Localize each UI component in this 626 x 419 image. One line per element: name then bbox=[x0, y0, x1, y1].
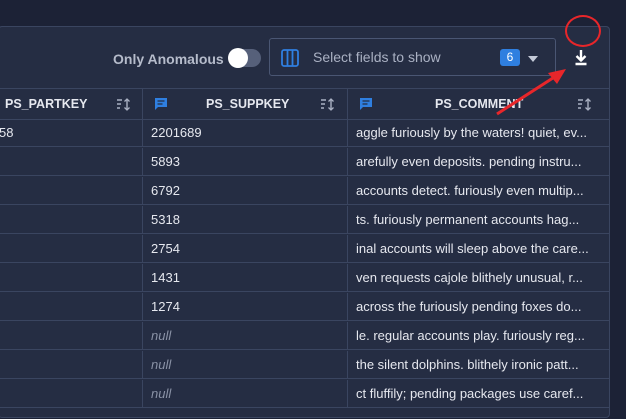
table-cell: 6792 bbox=[143, 177, 348, 205]
table-row[interactable]: 58 2201689 aggle furiously by the waters! … bbox=[0, 119, 609, 147]
table-cell: 1431 bbox=[143, 264, 348, 292]
table-cell bbox=[0, 148, 143, 176]
table-cell: ct fluffily; pending packages use caref.… bbox=[348, 380, 609, 408]
table-cell bbox=[0, 177, 143, 205]
table-cell: le. regular accounts play. furiously reg… bbox=[348, 322, 609, 350]
sort-icon[interactable] bbox=[320, 97, 336, 111]
table-cell: null bbox=[143, 322, 348, 350]
table-cell: null bbox=[143, 380, 348, 408]
table-cell: accounts detect. furiously even multip..… bbox=[348, 177, 609, 205]
text-field-icon bbox=[155, 98, 167, 110]
table-toolbar: Only Anomalous Select fields to show 6 bbox=[0, 27, 609, 89]
table-cell: 2754 bbox=[143, 235, 348, 263]
highlight-circle-annotation bbox=[565, 15, 601, 47]
table-cell: 5318 bbox=[143, 206, 348, 234]
table-row[interactable]: 1431 ven requests cajole blithely unusual… bbox=[0, 264, 609, 292]
table-row[interactable]: null le. regular accounts play. furiously… bbox=[0, 322, 609, 350]
chevron-down-icon bbox=[528, 56, 538, 62]
table-cell bbox=[0, 351, 143, 379]
table-row[interactable]: null ct fluffily; pending packages use ca… bbox=[0, 380, 609, 408]
column-header-ps-partkey[interactable]: PS_PARTKEY bbox=[0, 89, 143, 119]
table-row[interactable]: 5318 ts. furiously permanent accounts hag… bbox=[0, 206, 609, 234]
column-header-label: PS_PARTKEY bbox=[5, 97, 88, 111]
table-cell: 5893 bbox=[143, 148, 348, 176]
table-cell: null bbox=[143, 351, 348, 379]
table-cell bbox=[0, 206, 143, 234]
table-row[interactable]: 2754 inal accounts will sleep above the c… bbox=[0, 235, 609, 263]
table-row[interactable]: 6792 accounts detect. furiously even mult… bbox=[0, 177, 609, 205]
table-cell: inal accounts will sleep above the care.… bbox=[348, 235, 609, 263]
only-anomalous-toggle[interactable] bbox=[228, 48, 261, 68]
selected-fields-count-badge: 6 bbox=[500, 49, 520, 66]
select-fields-dropdown[interactable]: Select fields to show 6 bbox=[269, 38, 556, 76]
table-cell bbox=[0, 235, 143, 263]
sort-icon[interactable] bbox=[577, 97, 593, 111]
table-header: PS_PARTKEY PS_SUPPKEY PS_COMMENT bbox=[0, 88, 609, 120]
table-cell: 58 bbox=[0, 119, 143, 147]
table-cell: 1274 bbox=[143, 293, 348, 321]
download-icon[interactable] bbox=[567, 44, 595, 72]
table-cell: arefully even deposits. pending instru..… bbox=[348, 148, 609, 176]
table-row[interactable]: 1274 across the furiously pending foxes d… bbox=[0, 293, 609, 321]
columns-icon bbox=[281, 49, 299, 67]
column-header-ps-suppkey[interactable]: PS_SUPPKEY bbox=[143, 89, 348, 119]
column-header-label: PS_COMMENT bbox=[435, 97, 524, 111]
table-cell: aggle furiously by the waters! quiet, ev… bbox=[348, 119, 609, 147]
table-cell bbox=[0, 293, 143, 321]
table-cell: 2201689 bbox=[143, 119, 348, 147]
only-anomalous-label: Only Anomalous bbox=[113, 51, 224, 67]
table-cell: ven requests cajole blithely unusual, r.… bbox=[348, 264, 609, 292]
results-panel: Only Anomalous Select fields to show 6 P… bbox=[0, 26, 610, 418]
sort-icon[interactable] bbox=[116, 97, 132, 111]
table-cell bbox=[0, 380, 143, 408]
table-cell: ts. furiously permanent accounts hag... bbox=[348, 206, 609, 234]
table-cell bbox=[0, 322, 143, 350]
column-header-label: PS_SUPPKEY bbox=[206, 97, 290, 111]
table-cell: the silent dolphins. blithely ironic pat… bbox=[348, 351, 609, 379]
table-cell bbox=[0, 264, 143, 292]
toggle-knob bbox=[228, 48, 248, 68]
text-field-icon bbox=[360, 98, 372, 110]
table-row[interactable]: null the silent dolphins. blithely ironic… bbox=[0, 351, 609, 379]
table-cell: across the furiously pending foxes do... bbox=[348, 293, 609, 321]
column-header-ps-comment[interactable]: PS_COMMENT bbox=[348, 89, 609, 119]
table-row[interactable]: 5893 arefully even deposits. pending inst… bbox=[0, 148, 609, 176]
select-fields-placeholder: Select fields to show bbox=[313, 49, 441, 65]
